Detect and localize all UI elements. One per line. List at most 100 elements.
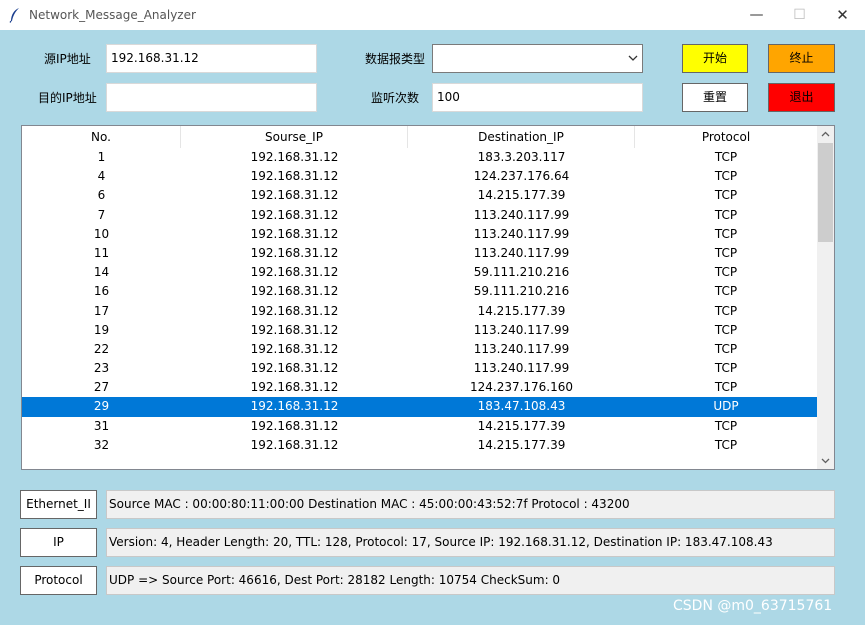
column-header-protocol[interactable]: Protocol bbox=[635, 126, 817, 148]
cell-no: 22 bbox=[93, 341, 110, 356]
cell-no: 29 bbox=[93, 399, 110, 414]
cell-no: 1 bbox=[97, 150, 106, 164]
vertical-scrollbar[interactable] bbox=[817, 126, 834, 469]
packet-type-label: 数据报类型 bbox=[365, 52, 426, 66]
table-row[interactable]: 4 192.168.31.12 124.237.176.64 TCP bbox=[22, 167, 817, 186]
exit-button[interactable]: 退出 bbox=[768, 83, 835, 112]
table-row[interactable]: 17 192.168.31.12 14.215.177.39 TCP bbox=[22, 302, 817, 321]
cell-protocol: TCP bbox=[714, 437, 738, 452]
table-row[interactable]: 22 192.168.31.12 113.240.117.99 TCP bbox=[22, 340, 817, 359]
cell-protocol: TCP bbox=[714, 322, 738, 337]
protocol-button[interactable]: Protocol bbox=[20, 566, 97, 595]
cell-source-ip: 192.168.31.12 bbox=[250, 361, 339, 376]
reset-button[interactable]: 重置 bbox=[682, 83, 748, 112]
packet-type-select[interactable] bbox=[432, 44, 643, 73]
table-row[interactable]: 14 192.168.31.12 59.111.210.216 TCP bbox=[22, 263, 817, 282]
scroll-up-arrow-icon[interactable] bbox=[817, 126, 834, 143]
scroll-down-arrow-icon[interactable] bbox=[817, 452, 834, 469]
close-button[interactable]: ✕ bbox=[820, 0, 865, 30]
cell-destination-ip: 14.215.177.39 bbox=[477, 188, 566, 203]
listen-count-label: 监听次数 bbox=[371, 91, 420, 105]
ethernet-detail-field[interactable]: Source MAC : 00:00:80:11:00:00 Destinati… bbox=[106, 490, 835, 519]
table-row[interactable]: 32 192.168.31.12 14.215.177.39 TCP bbox=[22, 436, 817, 455]
cell-no: 14 bbox=[93, 265, 110, 280]
table-row[interactable]: 10 192.168.31.12 113.240.117.99 TCP bbox=[22, 225, 817, 244]
cell-no: 10 bbox=[93, 226, 110, 241]
cell-protocol: TCP bbox=[714, 380, 738, 395]
cell-destination-ip: 113.240.117.99 bbox=[473, 245, 570, 260]
cell-no: 7 bbox=[97, 207, 106, 222]
column-header-no[interactable]: No. bbox=[22, 126, 181, 148]
ip-detail-field[interactable]: Version: 4, Header Length: 20, TTL: 128,… bbox=[106, 528, 835, 557]
table-row[interactable]: 23 192.168.31.12 113.240.117.99 TCP bbox=[22, 359, 817, 378]
cell-source-ip: 192.168.31.12 bbox=[250, 169, 339, 184]
title-bar: Network_Message_Analyzer — ☐ ✕ bbox=[0, 0, 865, 30]
feather-icon bbox=[9, 8, 19, 23]
cell-no: 16 bbox=[93, 284, 110, 299]
stop-button[interactable]: 终止 bbox=[768, 44, 835, 73]
ethernet-button[interactable]: Ethernet_II bbox=[20, 490, 97, 519]
table-row[interactable]: 7 192.168.31.12 113.240.117.99 TCP bbox=[22, 206, 817, 225]
table-row[interactable]: 1 192.168.31.12 183.3.203.117 TCP bbox=[22, 148, 817, 167]
column-header-source-ip[interactable]: Sourse_IP bbox=[181, 126, 408, 148]
cell-protocol: TCP bbox=[714, 169, 738, 184]
cell-source-ip: 192.168.31.12 bbox=[250, 418, 339, 433]
cell-destination-ip: 14.215.177.39 bbox=[477, 437, 566, 452]
cell-destination-ip: 113.240.117.99 bbox=[473, 207, 570, 222]
ip-button[interactable]: IP bbox=[20, 528, 97, 557]
cell-no: 27 bbox=[93, 380, 110, 395]
cell-no: 23 bbox=[93, 361, 110, 376]
protocol-detail-field[interactable]: UDP => Source Port: 46616, Dest Port: 28… bbox=[106, 566, 835, 595]
cell-protocol: TCP bbox=[714, 150, 738, 164]
cell-source-ip: 192.168.31.12 bbox=[250, 188, 339, 203]
listen-count-input[interactable]: 100 bbox=[432, 83, 643, 112]
cell-protocol: TCP bbox=[714, 265, 738, 280]
cell-protocol: TCP bbox=[714, 188, 738, 203]
cell-destination-ip: 59.111.210.216 bbox=[473, 265, 570, 280]
cell-source-ip: 192.168.31.12 bbox=[250, 245, 339, 260]
cell-destination-ip: 124.237.176.160 bbox=[469, 380, 574, 395]
cell-source-ip: 192.168.31.12 bbox=[250, 207, 339, 222]
src-ip-input[interactable]: 192.168.31.12 bbox=[106, 44, 317, 73]
table-row[interactable]: 27 192.168.31.12 124.237.176.160 TCP bbox=[22, 378, 817, 397]
table-row[interactable]: 11 192.168.31.12 113.240.117.99 TCP bbox=[22, 244, 817, 263]
cell-protocol: TCP bbox=[714, 361, 738, 376]
cell-source-ip: 192.168.31.12 bbox=[250, 284, 339, 299]
table-row[interactable]: 31 192.168.31.12 14.215.177.39 TCP bbox=[22, 417, 817, 436]
cell-no: 17 bbox=[93, 303, 110, 318]
table-row[interactable]: 6 192.168.31.12 14.215.177.39 TCP bbox=[22, 186, 817, 205]
cell-protocol: TCP bbox=[714, 341, 738, 356]
cell-destination-ip: 14.215.177.39 bbox=[477, 303, 566, 318]
cell-destination-ip: 183.3.203.117 bbox=[477, 150, 566, 164]
cell-source-ip: 192.168.31.12 bbox=[250, 150, 339, 164]
start-button[interactable]: 开始 bbox=[682, 44, 748, 73]
cell-source-ip: 192.168.31.12 bbox=[250, 341, 339, 356]
column-header-destination-ip[interactable]: Destination_IP bbox=[408, 126, 635, 148]
cell-source-ip: 192.168.31.12 bbox=[250, 399, 339, 414]
cell-destination-ip: 113.240.117.99 bbox=[473, 322, 570, 337]
cell-destination-ip: 113.240.117.99 bbox=[473, 361, 570, 376]
scrollbar-thumb[interactable] bbox=[818, 143, 833, 242]
cell-protocol: TCP bbox=[714, 303, 738, 318]
table-row[interactable]: 29 192.168.31.12 183.47.108.43 UDP bbox=[22, 397, 817, 417]
table-body: 1 192.168.31.12 183.3.203.117 TCP 4 192.168.3… bbox=[22, 148, 817, 455]
cell-source-ip: 192.168.31.12 bbox=[250, 303, 339, 318]
minimize-button[interactable]: — bbox=[734, 0, 779, 30]
cell-protocol: TCP bbox=[714, 284, 738, 299]
cell-no: 4 bbox=[97, 169, 106, 184]
maximize-button[interactable]: ☐ bbox=[777, 0, 822, 30]
cell-destination-ip: 59.111.210.216 bbox=[473, 284, 570, 299]
table-row[interactable]: 19 192.168.31.12 113.240.117.99 TCP bbox=[22, 321, 817, 340]
table-row[interactable]: 16 192.168.31.12 59.111.210.216 TCP bbox=[22, 282, 817, 301]
dst-ip-input[interactable] bbox=[106, 83, 317, 112]
cell-destination-ip: 183.47.108.43 bbox=[477, 399, 566, 414]
cell-destination-ip: 113.240.117.99 bbox=[473, 226, 570, 241]
cell-no: 6 bbox=[97, 188, 106, 203]
packet-table[interactable]: No. Sourse_IP Destination_IP Protocol 11… bbox=[21, 125, 835, 470]
src-ip-label: 源IP地址 bbox=[44, 52, 91, 66]
cell-protocol: TCP bbox=[714, 226, 738, 241]
cell-no: 19 bbox=[93, 322, 110, 337]
cell-protocol: TCP bbox=[714, 207, 738, 222]
cell-no: 11 bbox=[93, 245, 110, 260]
cell-source-ip: 192.168.31.12 bbox=[250, 380, 339, 395]
